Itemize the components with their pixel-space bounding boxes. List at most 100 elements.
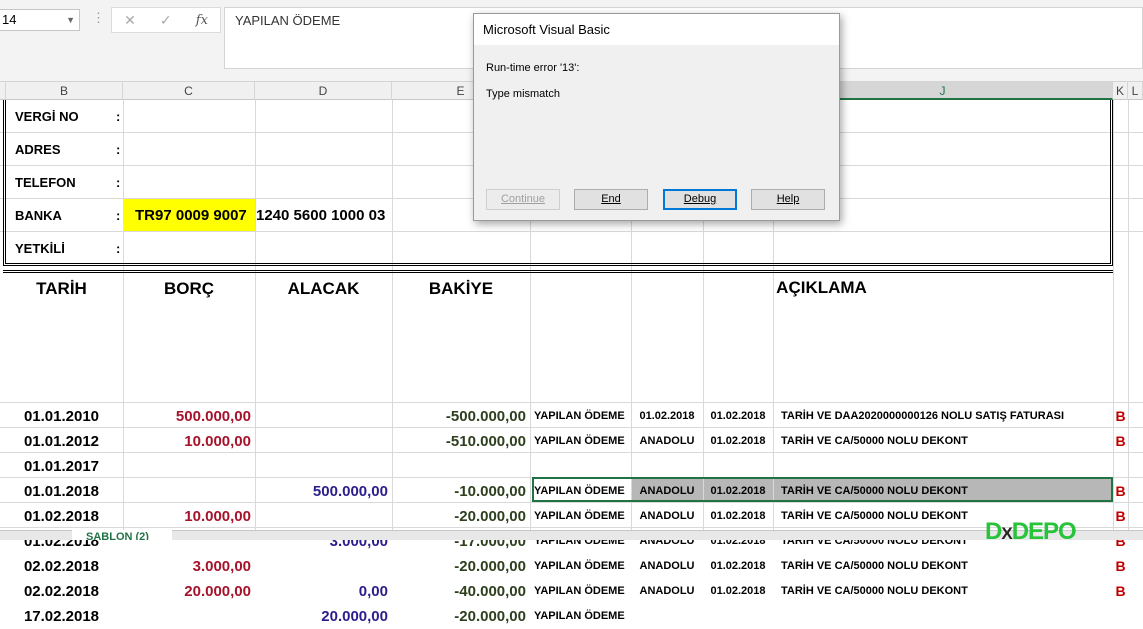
cell-borc[interactable] xyxy=(123,479,255,504)
cell-mark[interactable]: B xyxy=(1113,579,1128,604)
vba-error-dialog: Microsoft Visual Basic Run-time error '1… xyxy=(473,13,840,221)
cell-desc2[interactable] xyxy=(631,604,703,629)
cell-desc4[interactable]: TARİH VE CA/50000 NOLU DEKONT xyxy=(781,579,1113,604)
cell-desc4[interactable]: TARİH VE CA/50000 NOLU DEKONT xyxy=(781,429,1113,454)
cell-desc3[interactable]: 01.02.2018 xyxy=(703,429,773,454)
cell-desc3[interactable]: 01.02.2018 xyxy=(703,504,773,529)
cell-borc[interactable]: 10.000,00 xyxy=(123,504,255,529)
cell-mark[interactable]: B xyxy=(1113,554,1128,579)
cell-date[interactable]: 01.02.2018 xyxy=(0,504,123,529)
cell-desc1[interactable]: YAPILAN ÖDEME xyxy=(534,604,631,629)
cell-desc2[interactable] xyxy=(631,454,703,479)
iban-highlighted-text: TR97 0009 9007 xyxy=(135,207,247,224)
cell-alacak[interactable]: 500.000,00 xyxy=(255,479,392,504)
cell-bakiye[interactable]: -510.000,00 xyxy=(392,429,530,454)
sheet-tab[interactable]: ŞABLON (2) xyxy=(72,530,172,540)
cell-bakiye[interactable]: -20.000,00 xyxy=(392,504,530,529)
cell-desc3[interactable]: 01.02.2018 xyxy=(703,479,773,504)
cell-mark[interactable]: B xyxy=(1113,429,1128,454)
cell-desc1[interactable]: YAPILAN ÖDEME xyxy=(534,504,631,529)
header-bakiye[interactable]: BAKİYE xyxy=(392,277,530,301)
label-vergi-no: VERGİ NO xyxy=(15,109,79,124)
cell-bakiye[interactable] xyxy=(392,454,530,479)
cell-mark[interactable]: B xyxy=(1113,404,1128,429)
cell-alacak[interactable]: 0,00 xyxy=(255,579,392,604)
cell-desc4[interactable]: TARİH VE CA/50000 NOLU DEKONT xyxy=(781,554,1113,579)
cell-alacak[interactable] xyxy=(255,404,392,429)
cell-borc[interactable] xyxy=(123,604,255,629)
cell-desc2[interactable]: ANADOLU xyxy=(631,579,703,604)
cell-date[interactable]: 01.01.2017 xyxy=(0,454,123,479)
chevron-down-icon[interactable]: ▼ xyxy=(66,10,75,30)
cell-date[interactable]: 17.02.2018 xyxy=(0,604,123,629)
cell-desc1[interactable] xyxy=(534,454,631,479)
col-header-d[interactable]: D xyxy=(255,82,392,100)
cell-date[interactable]: 02.02.2018 xyxy=(0,554,123,579)
cell-mark[interactable] xyxy=(1113,454,1128,479)
cell-date[interactable]: 01.01.2018 xyxy=(0,479,123,504)
cell-desc1[interactable]: YAPILAN ÖDEME xyxy=(534,479,631,504)
col-header-k[interactable]: K xyxy=(1113,82,1128,100)
cell-borc[interactable] xyxy=(123,454,255,479)
header-aciklama[interactable]: AÇIKLAMA xyxy=(530,276,1113,300)
cell-bakiye[interactable]: -10.000,00 xyxy=(392,479,530,504)
col-header-b[interactable]: B xyxy=(6,82,123,100)
name-box[interactable]: 14 ▼ xyxy=(0,9,80,31)
cancel-icon[interactable]: ✕ xyxy=(124,12,136,29)
label-adres: ADRES xyxy=(15,142,61,157)
watermark-right: DEPO xyxy=(1011,518,1077,545)
cell-desc3[interactable] xyxy=(703,454,773,479)
cell-borc[interactable]: 3.000,00 xyxy=(123,554,255,579)
cell-desc1[interactable]: YAPILAN ÖDEME xyxy=(534,579,631,604)
header-tarih[interactable]: TARİH xyxy=(0,277,123,301)
cell-mark[interactable]: B xyxy=(1113,504,1128,529)
header-alacak[interactable]: ALACAK xyxy=(255,277,392,301)
cell-bakiye[interactable]: -40.000,00 xyxy=(392,579,530,604)
cell-alacak[interactable] xyxy=(255,504,392,529)
cell-desc3[interactable]: 01.02.2018 xyxy=(703,579,773,604)
cell-desc2[interactable]: ANADOLU xyxy=(631,429,703,454)
cell-mark[interactable] xyxy=(1113,604,1128,629)
cell-bakiye[interactable]: -500.000,00 xyxy=(392,404,530,429)
header-borc[interactable]: BORÇ xyxy=(123,277,255,301)
cell-desc3[interactable]: 01.02.2018 xyxy=(703,404,773,429)
cell-date[interactable]: 01.01.2012 xyxy=(0,429,123,454)
help-button[interactable]: Help xyxy=(751,189,825,210)
cell-desc1[interactable]: YAPILAN ÖDEME xyxy=(534,404,631,429)
dialog-title: Microsoft Visual Basic xyxy=(474,14,839,45)
cell-alacak[interactable]: 20.000,00 xyxy=(255,604,392,629)
cell-desc4[interactable] xyxy=(781,454,1113,479)
cell-desc3[interactable]: 01.02.2018 xyxy=(703,554,773,579)
cell-desc1[interactable]: YAPILAN ÖDEME xyxy=(534,554,631,579)
label-banka: BANKA xyxy=(15,208,62,223)
cell-desc4[interactable]: TARİH VE CA/50000 NOLU DEKONT xyxy=(781,479,1113,504)
cell-bakiye[interactable]: -20.000,00 xyxy=(392,554,530,579)
cell-date[interactable]: 02.02.2018 xyxy=(0,579,123,604)
cell-mark[interactable]: B xyxy=(1113,479,1128,504)
col-header-l[interactable]: L xyxy=(1128,82,1143,100)
col-header-c[interactable]: C xyxy=(123,82,255,100)
cell-alacak[interactable] xyxy=(255,454,392,479)
cell-borc[interactable]: 10.000,00 xyxy=(123,429,255,454)
cell-desc2[interactable]: 01.02.2018 xyxy=(631,404,703,429)
cell-desc2[interactable]: ANADOLU xyxy=(631,479,703,504)
cell-alacak[interactable] xyxy=(255,429,392,454)
name-box-value: 14 xyxy=(2,12,17,27)
cell-desc4[interactable]: TARİH VE DAA2020000000126 NOLU SATIŞ FAT… xyxy=(781,404,1113,429)
more-options-icon[interactable]: ⋮ xyxy=(92,10,105,26)
cell-borc[interactable]: 20.000,00 xyxy=(123,579,255,604)
cell-desc2[interactable]: ANADOLU xyxy=(631,504,703,529)
cell-date[interactable]: 01.01.2010 xyxy=(0,404,123,429)
end-button[interactable]: End xyxy=(574,189,648,210)
continue-button[interactable]: Continue xyxy=(486,189,560,210)
cell-bakiye[interactable]: -20.000,00 xyxy=(392,604,530,629)
insert-function-icon[interactable]: fx xyxy=(196,13,208,28)
cell-borc[interactable]: 500.000,00 xyxy=(123,404,255,429)
cell-desc4[interactable] xyxy=(781,604,1113,629)
cell-desc2[interactable]: ANADOLU xyxy=(631,554,703,579)
cell-desc3[interactable] xyxy=(703,604,773,629)
debug-button[interactable]: Debug xyxy=(663,189,737,210)
enter-icon[interactable]: ✓ xyxy=(160,12,172,29)
cell-desc1[interactable]: YAPILAN ÖDEME xyxy=(534,429,631,454)
cell-alacak[interactable] xyxy=(255,554,392,579)
